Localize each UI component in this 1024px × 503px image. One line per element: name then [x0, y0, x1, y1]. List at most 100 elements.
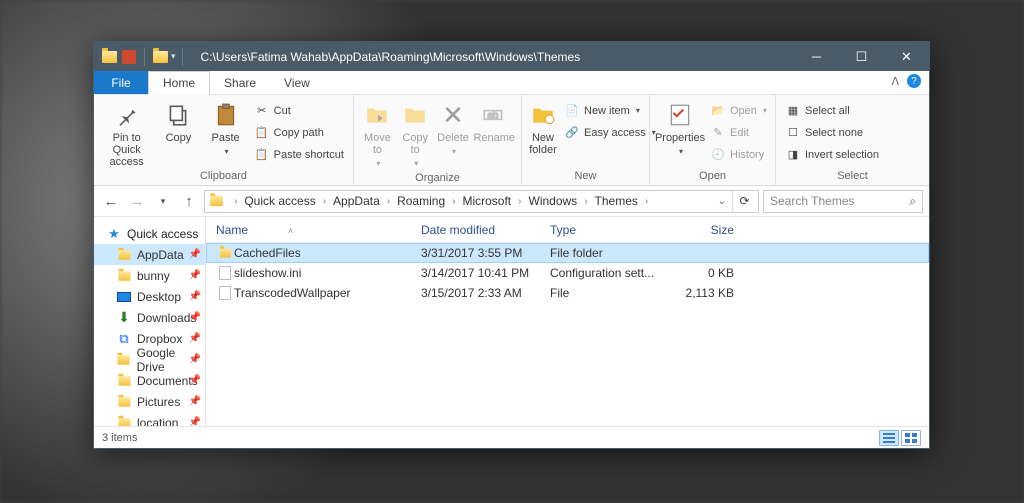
move-to-button[interactable]: Move to▾ — [360, 98, 395, 170]
table-row[interactable]: CachedFiles3/31/2017 3:55 PMFile folder — [206, 243, 929, 263]
sidebar: ★Quick accessAppData📌bunny📌Desktop📌⬇Down… — [94, 217, 206, 426]
folder-icon — [100, 48, 118, 66]
file-type: File — [550, 286, 666, 300]
address-bar[interactable]: › Quick access› AppData› Roaming› Micros… — [204, 190, 759, 213]
copy-button[interactable]: Copy — [156, 98, 200, 144]
properties-button[interactable]: Properties▾ — [656, 98, 704, 158]
select-all-button[interactable]: ▦Select all — [782, 100, 882, 121]
up-button[interactable]: ↑ — [178, 190, 200, 212]
pin-icon: 📌 — [189, 312, 201, 323]
breadcrumb-item[interactable]: Themes — [593, 194, 640, 208]
properties-icon — [665, 100, 695, 130]
sidebar-item[interactable]: Desktop📌 — [94, 286, 205, 307]
pin-label: Pin to Quick access — [100, 132, 153, 168]
sidebar-item[interactable]: ★Quick access — [94, 223, 205, 244]
sidebar-item[interactable]: Google Drive📌 — [94, 349, 205, 370]
sort-indicator-icon: ˄ — [288, 226, 293, 236]
sidebar-item-label: location — [137, 416, 178, 427]
search-placeholder: Search Themes — [770, 194, 855, 208]
sidebar-item[interactable]: Documents📌 — [94, 370, 205, 391]
desktop-icon — [117, 292, 131, 302]
recent-dropdown-icon[interactable]: ▾ — [152, 190, 174, 212]
status-bar: 3 items — [94, 426, 929, 448]
history-button[interactable]: 🕘History — [707, 144, 770, 165]
pin-icon: 📌 — [189, 291, 201, 302]
table-row[interactable]: slideshow.ini3/14/2017 10:41 PMConfigura… — [206, 263, 929, 283]
group-label: Clipboard — [100, 168, 347, 185]
search-input[interactable]: Search Themes ⌕ — [763, 190, 923, 213]
pin-icon: 📌 — [189, 375, 201, 386]
column-size[interactable]: Size — [666, 223, 748, 237]
file-icon — [219, 266, 231, 280]
tab-view[interactable]: View — [270, 71, 324, 94]
breadcrumb-item[interactable]: Quick access — [242, 194, 317, 208]
column-type[interactable]: Type — [550, 223, 666, 237]
new-folder-button[interactable]: New folder — [528, 98, 558, 156]
breadcrumb-item[interactable]: Microsoft — [460, 194, 513, 208]
qat-dropdown-icon[interactable]: ▾ — [171, 51, 176, 62]
paste-shortcut-button[interactable]: 📋Paste shortcut — [251, 144, 347, 165]
file-type: File folder — [550, 246, 666, 260]
breadcrumb-item[interactable]: Roaming — [395, 194, 447, 208]
svg-text:ab: ab — [488, 110, 499, 121]
breadcrumb-item[interactable]: Windows — [527, 194, 580, 208]
copy-path-icon: 📋 — [254, 125, 270, 141]
back-button[interactable]: ← — [100, 190, 122, 212]
file-list: Name˄ Date modified Type Size CachedFile… — [206, 217, 929, 426]
sidebar-item-label: AppData — [137, 248, 184, 262]
folder-icon — [118, 397, 130, 407]
delete-button[interactable]: ✕ Delete▾ — [436, 98, 471, 158]
copy-icon — [163, 100, 193, 130]
sidebar-item[interactable]: bunny📌 — [94, 265, 205, 286]
collapse-ribbon-icon[interactable]: ᐱ — [891, 75, 899, 88]
folder-icon[interactable] — [151, 48, 169, 66]
forward-button[interactable]: → — [126, 190, 148, 212]
sidebar-item-label: Pictures — [137, 395, 180, 409]
details-view-button[interactable] — [879, 430, 899, 446]
thumbnails-view-button[interactable] — [901, 430, 921, 446]
copy-to-button[interactable]: Copy to▾ — [398, 98, 433, 170]
minimize-button[interactable]: ─ — [794, 42, 839, 71]
pin-icon: 📌 — [189, 396, 201, 407]
pin-to-quick-access-button[interactable]: Pin to Quick access — [100, 98, 153, 168]
breadcrumb-item[interactable]: AppData — [331, 194, 382, 208]
search-icon: ⌕ — [909, 194, 916, 209]
sidebar-item[interactable]: Pictures 📌 — [94, 391, 205, 412]
sidebar-item[interactable]: location📌 — [94, 412, 205, 426]
easy-access-button[interactable]: 🔗Easy access▾ — [561, 122, 659, 143]
invert-selection-button[interactable]: ◨Invert selection — [782, 144, 882, 165]
open-button[interactable]: 📂Open▾ — [707, 100, 770, 121]
address-dropdown-icon[interactable]: ⌄ — [712, 196, 732, 207]
table-row[interactable]: TranscodedWallpaper3/15/2017 2:33 AMFile… — [206, 283, 929, 303]
select-none-button[interactable]: ☐Select none — [782, 122, 882, 143]
copy-label: Copy — [166, 132, 192, 144]
tab-share[interactable]: Share — [210, 71, 270, 94]
maximize-button[interactable]: ☐ — [839, 42, 884, 71]
tab-home[interactable]: Home — [148, 71, 210, 95]
sidebar-item[interactable]: AppData📌 — [94, 244, 205, 265]
tab-file[interactable]: File — [94, 71, 148, 94]
sidebar-item[interactable]: ⬇Downloads📌 — [94, 307, 205, 328]
group-label: Select — [782, 168, 923, 185]
new-item-button[interactable]: 📄New item▾ — [561, 100, 659, 121]
refresh-button[interactable]: ⟳ — [732, 191, 756, 212]
help-icon[interactable]: ? — [907, 74, 921, 88]
copy-path-button[interactable]: 📋Copy path — [251, 122, 347, 143]
close-button[interactable]: ✕ — [884, 42, 929, 71]
chevron-down-icon[interactable]: ▾ — [225, 146, 229, 158]
column-headers: Name˄ Date modified Type Size — [206, 217, 929, 243]
column-name[interactable]: Name˄ — [216, 223, 421, 237]
edit-button[interactable]: ✎Edit — [707, 122, 770, 143]
file-name: slideshow.ini — [234, 266, 421, 280]
titlebar[interactable]: ▾ C:\Users\Fatima Wahab\AppData\Roaming\… — [94, 42, 929, 71]
folder-icon — [210, 196, 223, 206]
chevron-right-icon[interactable]: › — [229, 196, 242, 207]
paste-button[interactable]: Paste ▾ — [204, 98, 248, 158]
window-title: C:\Users\Fatima Wahab\AppData\Roaming\Mi… — [193, 50, 794, 64]
column-modified[interactable]: Date modified — [421, 223, 550, 237]
rename-button[interactable]: ab Rename — [473, 98, 515, 144]
qat-checkbox-icon[interactable] — [120, 48, 138, 66]
file-modified: 3/14/2017 10:41 PM — [421, 266, 550, 280]
cut-button[interactable]: ✂Cut — [251, 100, 347, 121]
explorer-window: ▾ C:\Users\Fatima Wahab\AppData\Roaming\… — [93, 41, 930, 449]
